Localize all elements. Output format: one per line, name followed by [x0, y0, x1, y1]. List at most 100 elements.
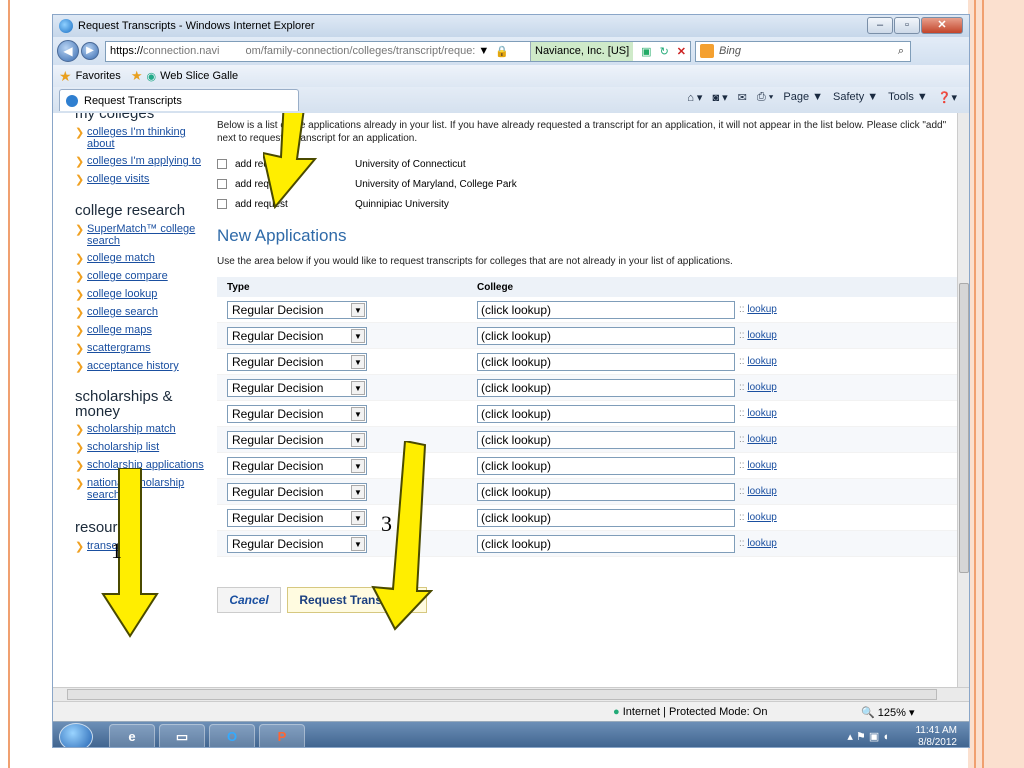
- system-tray[interactable]: ▴ ⚑ ▣ ◖: [847, 730, 889, 743]
- decision-type-select[interactable]: Regular Decision ▼: [227, 378, 367, 397]
- search-box[interactable]: Bing ⌕: [695, 40, 911, 62]
- web-slice-gallery-link[interactable]: Web Slice Galle: [160, 70, 238, 82]
- lookup-link[interactable]: lookup: [747, 512, 776, 523]
- scroll-thumb[interactable]: [67, 689, 937, 700]
- address-dropdown-icon[interactable]: ▼: [478, 45, 489, 57]
- sidebar-item[interactable]: ❯ college visits: [75, 173, 215, 186]
- lookup-link[interactable]: lookup: [747, 304, 776, 315]
- decision-type-select[interactable]: Regular Decision ▼: [227, 404, 367, 423]
- sidebar-link[interactable]: college lookup: [87, 288, 157, 301]
- security-zone[interactable]: ● Internet | Protected Mode: On: [613, 706, 767, 718]
- mail-icon[interactable]: ✉: [738, 91, 747, 104]
- help-icon[interactable]: ❓▾: [938, 91, 957, 104]
- address-field[interactable]: https:// connection.navi om/family-conne…: [105, 40, 691, 62]
- lookup-link[interactable]: lookup: [747, 460, 776, 471]
- sidebar-item[interactable]: ❯ college match: [75, 252, 215, 265]
- dropdown-arrow-icon[interactable]: ▼: [351, 302, 365, 317]
- sidebar-link[interactable]: college compare: [87, 270, 168, 283]
- dropdown-arrow-icon[interactable]: ▼: [351, 510, 365, 525]
- lookup-link[interactable]: lookup: [747, 356, 776, 367]
- sidebar-item[interactable]: ❯ colleges I'm applying to: [75, 155, 215, 168]
- add-favorite-icon[interactable]: ★: [131, 68, 143, 84]
- favorites-star-icon[interactable]: ★: [59, 68, 72, 85]
- dropdown-arrow-icon[interactable]: ▼: [351, 536, 365, 551]
- sidebar-link[interactable]: scholarship match: [87, 423, 176, 436]
- decision-type-select[interactable]: Regular Decision ▼: [227, 508, 367, 527]
- sidebar-link[interactable]: college search: [87, 306, 158, 319]
- lookup-link[interactable]: lookup: [747, 434, 776, 445]
- sidebar-link[interactable]: colleges I'm applying to: [87, 155, 201, 168]
- decision-type-select[interactable]: Regular Decision ▼: [227, 482, 367, 501]
- college-input[interactable]: (click lookup): [477, 456, 735, 475]
- zoom-level[interactable]: 🔍 125% ▾: [861, 706, 914, 719]
- decision-type-select[interactable]: Regular Decision ▼: [227, 352, 367, 371]
- sidebar-link[interactable]: college maps: [87, 324, 152, 337]
- sidebar-link[interactable]: SuperMatch™ college search: [87, 223, 215, 247]
- sidebar-link[interactable]: colleges I'm thinking about: [87, 126, 215, 150]
- refresh-icon[interactable]: ↻: [660, 45, 669, 58]
- start-button[interactable]: [59, 723, 93, 747]
- lookup-link[interactable]: lookup: [747, 382, 776, 393]
- horizontal-scrollbar[interactable]: [53, 687, 969, 701]
- dropdown-arrow-icon[interactable]: ▼: [351, 432, 365, 447]
- clock[interactable]: 11:41 AM 8/8/2012: [915, 725, 957, 747]
- print-icon[interactable]: ⎙ ▾: [757, 91, 773, 104]
- scroll-thumb[interactable]: [959, 283, 969, 573]
- taskbar-outlook-icon[interactable]: O: [209, 724, 255, 747]
- sidebar-item[interactable]: ❯ college compare: [75, 270, 215, 283]
- college-input[interactable]: (click lookup): [477, 378, 735, 397]
- lookup-link[interactable]: lookup: [747, 330, 776, 341]
- forward-button[interactable]: ▶: [81, 42, 99, 60]
- sidebar-item[interactable]: ❯ SuperMatch™ college search: [75, 223, 215, 247]
- college-input[interactable]: (click lookup): [477, 534, 735, 553]
- sidebar-item[interactable]: ❯ scholarship match: [75, 423, 215, 436]
- stop-icon[interactable]: ✕: [677, 45, 686, 58]
- lookup-link[interactable]: lookup: [747, 486, 776, 497]
- add-request-checkbox[interactable]: [217, 179, 227, 189]
- feeds-icon[interactable]: ◙ ▾: [712, 91, 727, 104]
- vertical-scrollbar[interactable]: [957, 113, 969, 687]
- sidebar-item[interactable]: ❯ colleges I'm thinking about: [75, 126, 215, 150]
- decision-type-select[interactable]: Regular Decision ▼: [227, 456, 367, 475]
- favorites-button[interactable]: Favorites: [76, 70, 121, 82]
- decision-type-select[interactable]: Regular Decision ▼: [227, 326, 367, 345]
- sidebar-link[interactable]: college visits: [87, 173, 149, 186]
- college-input[interactable]: (click lookup): [477, 326, 735, 345]
- decision-type-select[interactable]: Regular Decision ▼: [227, 300, 367, 319]
- maximize-button[interactable]: ▫: [894, 17, 920, 34]
- compat-icon[interactable]: ▣: [641, 45, 651, 58]
- college-input[interactable]: (click lookup): [477, 404, 735, 423]
- add-request-checkbox[interactable]: [217, 199, 227, 209]
- close-button[interactable]: ✕: [921, 17, 963, 34]
- lookup-link[interactable]: lookup: [747, 408, 776, 419]
- college-input[interactable]: (click lookup): [477, 508, 735, 527]
- sidebar-item[interactable]: ❯ college search: [75, 306, 215, 319]
- sidebar-item[interactable]: ❯ acceptance history: [75, 360, 215, 373]
- cancel-button[interactable]: Cancel: [217, 587, 281, 613]
- dropdown-arrow-icon[interactable]: ▼: [351, 484, 365, 499]
- decision-type-select[interactable]: Regular Decision ▼: [227, 430, 367, 449]
- college-input[interactable]: (click lookup): [477, 352, 735, 371]
- college-input[interactable]: (click lookup): [477, 430, 735, 449]
- dropdown-arrow-icon[interactable]: ▼: [351, 328, 365, 343]
- page-menu[interactable]: Page ▼: [783, 91, 823, 104]
- dropdown-arrow-icon[interactable]: ▼: [351, 354, 365, 369]
- sidebar-link[interactable]: acceptance history: [87, 360, 179, 373]
- taskbar-ie-icon[interactable]: e: [109, 724, 155, 747]
- dropdown-arrow-icon[interactable]: ▼: [351, 380, 365, 395]
- tools-menu[interactable]: Tools ▼: [888, 91, 928, 104]
- decision-type-select[interactable]: Regular Decision ▼: [227, 534, 367, 553]
- dropdown-arrow-icon[interactable]: ▼: [351, 458, 365, 473]
- lookup-link[interactable]: lookup: [747, 538, 776, 549]
- sidebar-link[interactable]: scattergrams: [87, 342, 151, 355]
- dropdown-arrow-icon[interactable]: ▼: [351, 406, 365, 421]
- site-identity[interactable]: Naviance, Inc. [US]: [530, 41, 634, 61]
- search-icon[interactable]: ⌕: [898, 45, 904, 58]
- sidebar-item[interactable]: ❯ college lookup: [75, 288, 215, 301]
- college-input[interactable]: (click lookup): [477, 482, 735, 501]
- sidebar-link[interactable]: college match: [87, 252, 155, 265]
- tab-request-transcripts[interactable]: Request Transcripts: [59, 89, 299, 111]
- sidebar-item[interactable]: ❯ college maps: [75, 324, 215, 337]
- taskbar-explorer-icon[interactable]: ▭: [159, 724, 205, 747]
- sidebar-item[interactable]: ❯ scattergrams: [75, 342, 215, 355]
